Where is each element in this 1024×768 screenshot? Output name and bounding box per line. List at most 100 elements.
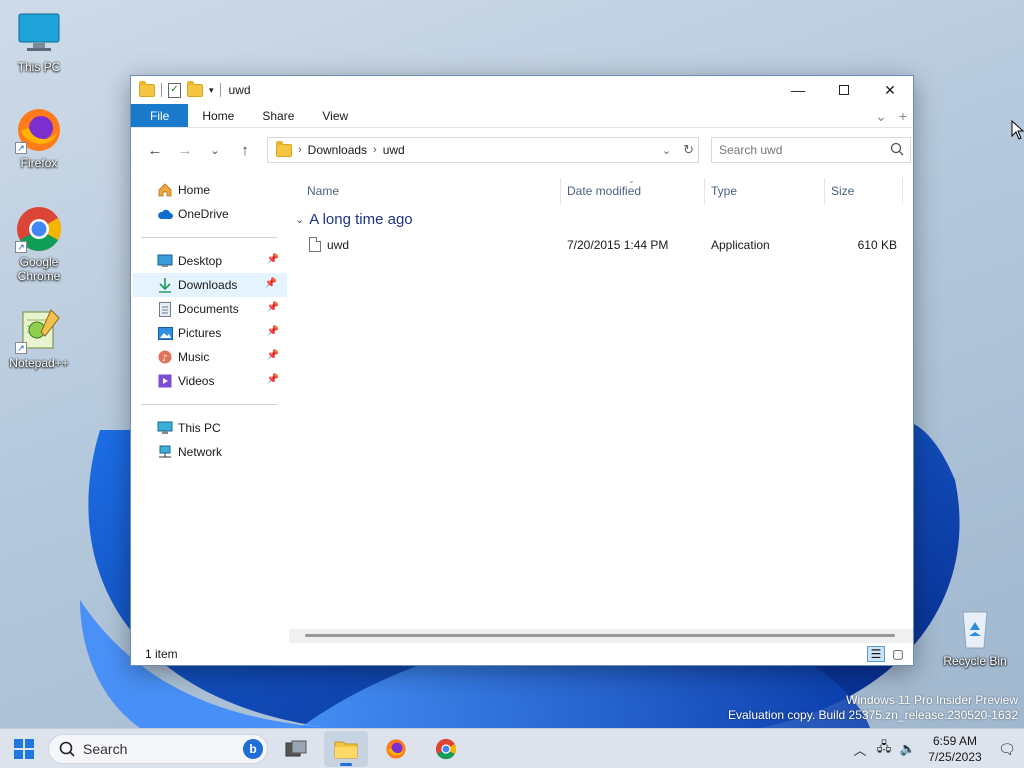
- sidebar-item-this-pc[interactable]: This PC: [131, 416, 289, 440]
- quick-access-toolbar: ✓ ▾: [139, 80, 221, 98]
- pin-icon[interactable]: 📌: [267, 350, 279, 361]
- address-bar[interactable]: › Downloads › uwd ⌄ ↻: [267, 137, 699, 163]
- network-icon: [157, 444, 173, 460]
- taskbar-file-explorer[interactable]: [324, 730, 368, 767]
- pin-icon[interactable]: 📌: [267, 302, 279, 313]
- sidebar-item-documents[interactable]: Documents 📌: [131, 297, 289, 321]
- close-button[interactable]: ✕: [867, 76, 913, 104]
- desktop-icon-firefox[interactable]: ↗ Firefox: [1, 106, 77, 170]
- expand-ribbon-icon[interactable]: ⌄: [875, 104, 887, 128]
- horizontal-scrollbar[interactable]: [289, 629, 913, 643]
- tab-share[interactable]: Share: [248, 104, 308, 127]
- maximize-button[interactable]: [821, 76, 867, 104]
- search-icon[interactable]: [890, 142, 904, 156]
- column-headers: Name Date modified Type Size ⌄: [289, 176, 913, 204]
- chevron-down-icon[interactable]: ⌄: [295, 213, 304, 226]
- customize-qat-icon[interactable]: ▾: [209, 85, 214, 96]
- volume-icon[interactable]: 🔈: [896, 741, 920, 757]
- item-count: 1 item: [145, 647, 178, 661]
- notifications-icon[interactable]: 🗨: [990, 741, 1024, 758]
- file-type: Application: [711, 238, 770, 252]
- file-name: uwd: [327, 238, 350, 252]
- navigation-bar: ← → ⌄ ↑ › Downloads › uwd ⌄ ↻: [131, 128, 913, 172]
- shortcut-arrow-icon: ↗: [15, 142, 27, 154]
- computer-icon: [157, 420, 173, 436]
- up-button[interactable]: ↑: [231, 136, 259, 164]
- sidebar-item-downloads[interactable]: Downloads 📌: [133, 273, 287, 297]
- sidebar-item-home[interactable]: Home: [131, 178, 289, 202]
- tab-file[interactable]: File: [131, 104, 189, 127]
- firefox-icon: ↗: [15, 106, 63, 154]
- status-bar: 1 item ☰ ▢: [131, 643, 913, 665]
- evaluation-watermark: Windows 11 Pro Insider Preview Evaluatio…: [728, 693, 1018, 722]
- application-file-icon: [309, 237, 321, 252]
- sort-caret-icon: ⌄: [628, 176, 635, 185]
- forward-button[interactable]: →: [171, 136, 199, 164]
- chevron-right-icon[interactable]: ›: [373, 144, 377, 156]
- recent-locations-button[interactable]: ⌄: [201, 136, 229, 164]
- pictures-icon: [157, 325, 173, 341]
- mouse-cursor-icon: [1011, 120, 1024, 140]
- download-arrow-icon: [157, 277, 173, 293]
- desktop-icon-this-pc[interactable]: This PC: [1, 10, 77, 74]
- clock[interactable]: 6:59 AM 7/25/2023: [920, 733, 990, 765]
- shortcut-arrow-icon: ↗: [15, 342, 27, 354]
- task-view-icon: [285, 740, 307, 756]
- desktop-icon-chrome[interactable]: ↗ Google Chrome: [1, 205, 77, 283]
- refresh-icon[interactable]: ↻: [683, 142, 694, 158]
- recycle-bin-icon: [951, 604, 999, 652]
- folder-icon: [276, 140, 292, 157]
- sidebar-item-onedrive[interactable]: OneDrive: [131, 202, 289, 226]
- taskbar-firefox[interactable]: [374, 731, 418, 767]
- sidebar-item-desktop[interactable]: Desktop 📌: [131, 249, 289, 273]
- new-folder-icon[interactable]: [187, 80, 203, 97]
- scrollbar-thumb[interactable]: [305, 634, 895, 637]
- add-icon[interactable]: +: [899, 104, 907, 128]
- title-bar[interactable]: ✓ ▾ uwd — ✕: [131, 76, 913, 104]
- desktop-folder-icon: [157, 253, 173, 269]
- pin-icon[interactable]: 📌: [267, 254, 279, 265]
- file-date: 7/20/2015 1:44 PM: [567, 238, 669, 252]
- window-title: uwd: [228, 83, 251, 97]
- details-view-icon[interactable]: ☰: [867, 646, 885, 662]
- breadcrumb-uwd[interactable]: uwd: [383, 143, 405, 157]
- chevron-up-icon[interactable]: ︿: [848, 740, 872, 759]
- task-view-button[interactable]: [274, 731, 318, 767]
- tab-home[interactable]: Home: [188, 104, 248, 127]
- taskbar-search[interactable]: Search b: [48, 733, 268, 764]
- properties-icon[interactable]: ✓: [168, 82, 181, 98]
- pin-icon[interactable]: 📌: [267, 326, 279, 337]
- ribbon: File Home Share View ⌄ +: [131, 104, 913, 128]
- start-button[interactable]: [0, 729, 48, 768]
- search-input[interactable]: [719, 143, 879, 157]
- column-size[interactable]: Size: [825, 178, 903, 204]
- minimize-button[interactable]: —: [775, 76, 821, 104]
- address-dropdown-icon[interactable]: ⌄: [662, 144, 671, 157]
- pin-icon[interactable]: 📌: [267, 374, 279, 385]
- desktop-icon-recycle-bin[interactable]: Recycle Bin: [937, 604, 1013, 668]
- group-header[interactable]: ⌄ A long time ago: [289, 204, 913, 234]
- network-status-icon[interactable]: 🖧: [872, 738, 896, 760]
- tab-view[interactable]: View: [308, 104, 362, 127]
- column-name[interactable]: Name: [289, 178, 561, 204]
- sidebar-item-pictures[interactable]: Pictures 📌: [131, 321, 289, 345]
- sidebar-item-network[interactable]: Network: [131, 440, 289, 464]
- taskbar-chrome[interactable]: [424, 731, 468, 767]
- firefox-icon: [386, 738, 406, 759]
- sidebar-item-videos[interactable]: Videos 📌: [131, 369, 289, 393]
- chevron-right-icon[interactable]: ›: [298, 144, 302, 156]
- table-row[interactable]: uwd 7/20/2015 1:44 PM Application 610 KB: [289, 234, 913, 256]
- desktop-icon-notepadpp[interactable]: ↗ Notepad++: [1, 306, 77, 370]
- pin-icon[interactable]: 📌: [265, 278, 277, 289]
- sidebar-item-music[interactable]: ♪ Music 📌: [131, 345, 289, 369]
- file-size: 610 KB: [857, 238, 897, 252]
- search-box[interactable]: [711, 137, 911, 163]
- back-button[interactable]: ←: [141, 136, 169, 164]
- notepadpp-icon: ↗: [15, 306, 63, 354]
- breadcrumb-downloads[interactable]: Downloads: [308, 143, 367, 157]
- column-type[interactable]: Type: [705, 178, 825, 204]
- bing-icon[interactable]: b: [243, 738, 263, 759]
- large-icons-view-icon[interactable]: ▢: [889, 646, 907, 662]
- document-icon: [157, 301, 173, 317]
- music-icon: ♪: [157, 349, 173, 365]
